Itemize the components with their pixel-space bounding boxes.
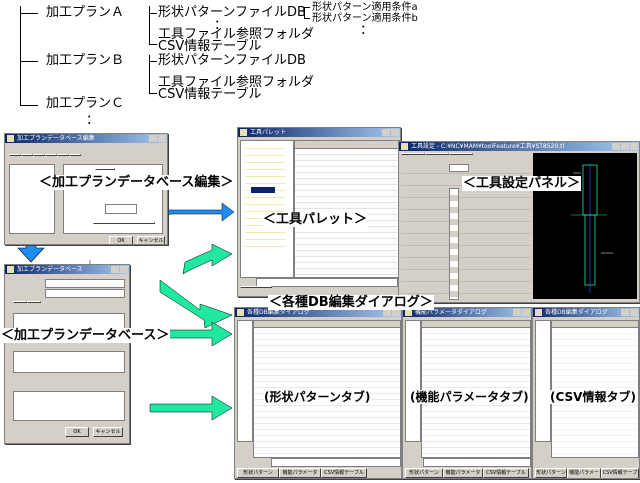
- dialog3-titlebar: 各種DB編集ダイアログ: [533, 308, 639, 317]
- window-title: 各種DB編集ダイアログ: [545, 309, 608, 316]
- tool-settings-titlebar: 工具設定 - C:¥NC¥MAM¥toolFeature¥工具¥ST8520.t…: [399, 142, 639, 151]
- toolbar-new-button[interactable]: [9, 154, 21, 156]
- callout-plan-db-edit: ＜加工プランデータベース編集＞: [38, 175, 235, 190]
- window-icon: [405, 309, 412, 316]
- window-title: 加工プランデータベース: [17, 266, 83, 273]
- selected-folder[interactable]: [251, 187, 275, 193]
- tool-type-select[interactable]: [449, 164, 469, 172]
- settings-tab-1[interactable]: [401, 153, 425, 155]
- green-arrow-4: [149, 395, 233, 421]
- tab-shape[interactable]: 形状パターン: [237, 468, 279, 478]
- open-db-edit-button[interactable]: [93, 222, 155, 224]
- palette-tab[interactable]: [240, 286, 272, 288]
- db-name-input[interactable]: [45, 279, 125, 288]
- caption-shape-tab: (形状パターンタブ): [264, 390, 371, 404]
- green-arrow-1: [182, 243, 233, 275]
- settings-value-fields[interactable]: [449, 188, 459, 300]
- dialog2-path-field[interactable]: [423, 458, 531, 467]
- window-icon: [237, 309, 244, 316]
- table-header: [552, 321, 638, 328]
- db-toolbar-button[interactable]: [13, 301, 27, 303]
- tab-func[interactable]: 機能パラメータ: [279, 468, 321, 478]
- toolbar-down-button[interactable]: [69, 154, 81, 156]
- window-controls[interactable]: [111, 266, 128, 273]
- folder-items: [245, 143, 285, 253]
- dialog2-side-tree[interactable]: [405, 320, 421, 442]
- window-title: 工具設定 - C:¥NC¥MAM¥toolFeature¥工具¥ST8520.t…: [411, 143, 565, 150]
- csv-table-list[interactable]: [13, 391, 125, 421]
- func-param-table[interactable]: [421, 320, 531, 458]
- table-header: [254, 321, 400, 328]
- tool-list-header: [295, 141, 399, 149]
- toolbar-delete-button[interactable]: [45, 154, 57, 156]
- dialog1-side-tree[interactable]: [237, 320, 253, 442]
- window-icon: [7, 266, 14, 273]
- db-toolbar-button[interactable]: [27, 301, 41, 303]
- cancel-button[interactable]: キャンセル: [93, 427, 123, 437]
- tab-func[interactable]: 機能パラメータ: [443, 468, 483, 478]
- toolbar-copy-button[interactable]: [33, 154, 45, 156]
- window-title: 加工プランデータベース編集: [17, 135, 95, 142]
- dialog1-path-field[interactable]: [271, 458, 401, 467]
- db-comment-input[interactable]: [45, 289, 125, 298]
- tab-shape[interactable]: 形状パターン: [535, 468, 567, 478]
- tool-settings-window: 工具設定 - C:¥NC¥MAM¥toolFeature¥工具¥ST8520.t…: [398, 141, 640, 303]
- toolbar-edit-button[interactable]: [21, 154, 33, 156]
- window-icon: [401, 143, 408, 150]
- tab-csv[interactable]: CSV情報テーブル: [321, 468, 367, 478]
- window-controls[interactable]: [383, 309, 400, 316]
- tab-func[interactable]: 機能パラメータ: [567, 468, 601, 478]
- settings-tab-2[interactable]: [425, 153, 449, 155]
- tab-shape[interactable]: 形状パターン: [405, 468, 443, 478]
- shape-pattern-table[interactable]: [253, 320, 401, 458]
- tool-folder-list[interactable]: [13, 351, 125, 373]
- window-title: 工具パレット: [250, 129, 287, 136]
- plan-db-window: 加工プランデータベース OK キャンセル: [4, 264, 130, 444]
- callout-tool-settings: ＜工具設定パネル＞: [462, 176, 582, 191]
- callout-tool-palette: ＜工具パレット＞: [262, 212, 369, 227]
- window-icon: [240, 129, 247, 136]
- callout-db-dialogs: ＜各種DB編集ダイアログ＞: [268, 295, 434, 310]
- caption-csv-tab: (CSV情報タブ): [550, 390, 636, 404]
- tool-preview-canvas: [533, 153, 637, 299]
- window-controls[interactable]: [621, 309, 638, 316]
- plan-db-titlebar: 加工プランデータベース: [5, 265, 129, 274]
- toolbar-up-button[interactable]: [57, 154, 69, 156]
- window-controls[interactable]: [382, 129, 399, 136]
- window-icon: [7, 135, 14, 142]
- select-button[interactable]: [95, 168, 115, 170]
- tool-palette-titlebar: 工具パレット: [238, 128, 400, 137]
- plan-db-edit-titlebar: 加工プランデータベース編集: [5, 134, 167, 143]
- blue-arrow-settings: [164, 202, 235, 222]
- dialog3-side-tree[interactable]: [535, 320, 551, 442]
- window-controls[interactable]: [149, 135, 166, 142]
- callout-plan-db: ＜加工プランデータベース＞: [0, 328, 171, 343]
- caption-func-tab: (機能パラメータタブ): [410, 390, 529, 404]
- tool-list[interactable]: [294, 140, 400, 278]
- green-arrow-2: [159, 279, 233, 329]
- ok-button[interactable]: OK: [65, 427, 89, 437]
- ok-button[interactable]: OK: [109, 236, 133, 244]
- csv-file-list[interactable]: [551, 320, 639, 458]
- tab-csv[interactable]: CSV情報テーブル: [483, 468, 529, 478]
- window-icon: [535, 309, 542, 316]
- window-title: 機能パラメータダイアログ: [415, 309, 487, 316]
- palette-path-field[interactable]: [256, 278, 398, 287]
- tool-preview-drawing: [571, 163, 613, 293]
- cancel-button[interactable]: キャンセル: [137, 236, 165, 244]
- name-input[interactable]: [105, 204, 137, 214]
- settings-tab-3[interactable]: [449, 153, 473, 155]
- window-controls[interactable]: [612, 143, 638, 150]
- tool-folder-tree[interactable]: [240, 140, 294, 278]
- window-controls[interactable]: [513, 309, 530, 316]
- tab-csv[interactable]: CSV情報テーブル: [601, 468, 639, 478]
- table-header: [422, 321, 530, 328]
- window-title: 各種DB編集ダイアログ: [247, 309, 310, 316]
